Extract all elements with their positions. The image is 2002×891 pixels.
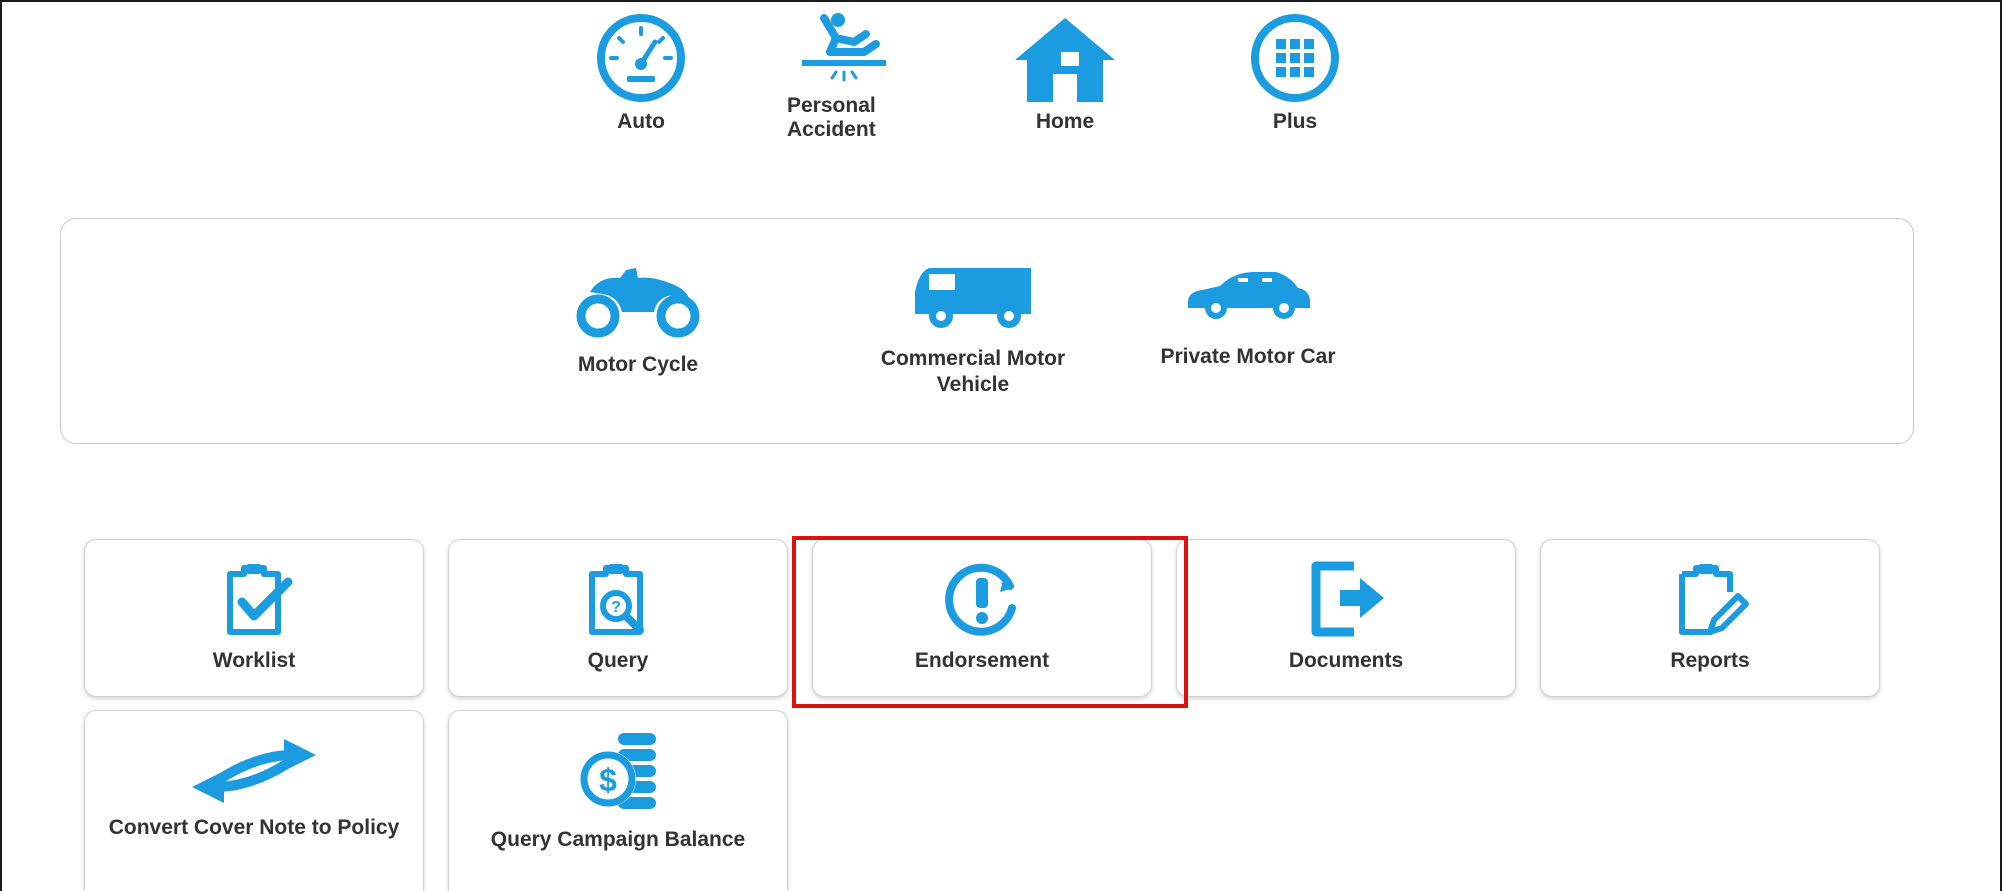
dollar-coins-icon: $ — [580, 733, 656, 809]
category-home[interactable]: Home — [1000, 12, 1130, 134]
category-auto[interactable]: Auto — [576, 12, 706, 134]
exit-door-icon — [1311, 561, 1384, 637]
grid-icon — [1251, 14, 1339, 102]
auto-type-private-motor-car-label: Private Motor Car — [1160, 345, 1336, 368]
auto-type-motor-cycle-label: Motor Cycle — [577, 353, 699, 376]
speedometer-icon — [597, 14, 685, 102]
category-personal-accident[interactable]: Personal Accident — [779, 8, 909, 142]
motorcycle-icon — [576, 268, 700, 338]
category-home-label: Home — [1035, 110, 1095, 133]
svg-text:$: $ — [599, 762, 617, 798]
tile-convert-cover-note[interactable]: Convert Cover Note to Policy — [84, 710, 424, 891]
auto-type-motor-cycle[interactable]: Motor Cycle — [548, 262, 728, 378]
auto-type-private-motor-car[interactable]: Private Motor Car — [1128, 262, 1368, 370]
swap-arrows-icon — [192, 739, 316, 803]
tile-worklist[interactable]: Worklist — [84, 539, 424, 697]
tile-convert-cover-note-label: Convert Cover Note to Policy — [108, 816, 400, 839]
tile-worklist-label: Worklist — [212, 649, 296, 672]
clipboard-check-icon — [227, 564, 293, 635]
tile-reports-label: Reports — [1670, 649, 1750, 672]
tile-query-label: Query — [587, 649, 649, 672]
tile-documents-label: Documents — [1288, 649, 1404, 672]
category-plus[interactable]: Plus — [1230, 12, 1360, 134]
tile-query-campaign-balance[interactable]: $ Query Campaign Balance — [448, 710, 788, 891]
category-auto-label: Auto — [617, 110, 665, 133]
svg-text:?: ? — [611, 599, 621, 616]
tile-query[interactable]: ? Query — [448, 539, 788, 697]
tile-documents[interactable]: Documents — [1176, 539, 1516, 697]
clipboard-pencil-icon — [1679, 564, 1749, 635]
falling-person-icon — [802, 13, 886, 82]
category-plus-label: Plus — [1272, 110, 1318, 133]
category-personal-accident-label: Personal Accident — [787, 94, 876, 141]
clipboard-search-icon: ? — [589, 564, 644, 635]
car-icon — [1188, 272, 1310, 319]
auto-type-commercial-motor-vehicle[interactable]: Commercial Motor Vehicle — [858, 262, 1088, 398]
auto-type-commercial-motor-vehicle-label: Commercial Motor Vehicle — [880, 347, 1066, 396]
van-icon — [915, 268, 1031, 328]
tile-query-campaign-balance-label: Query Campaign Balance — [490, 828, 746, 851]
endorsement-highlight-box — [792, 536, 1188, 708]
house-icon — [1015, 18, 1115, 102]
tile-reports[interactable]: Reports — [1540, 539, 1880, 697]
